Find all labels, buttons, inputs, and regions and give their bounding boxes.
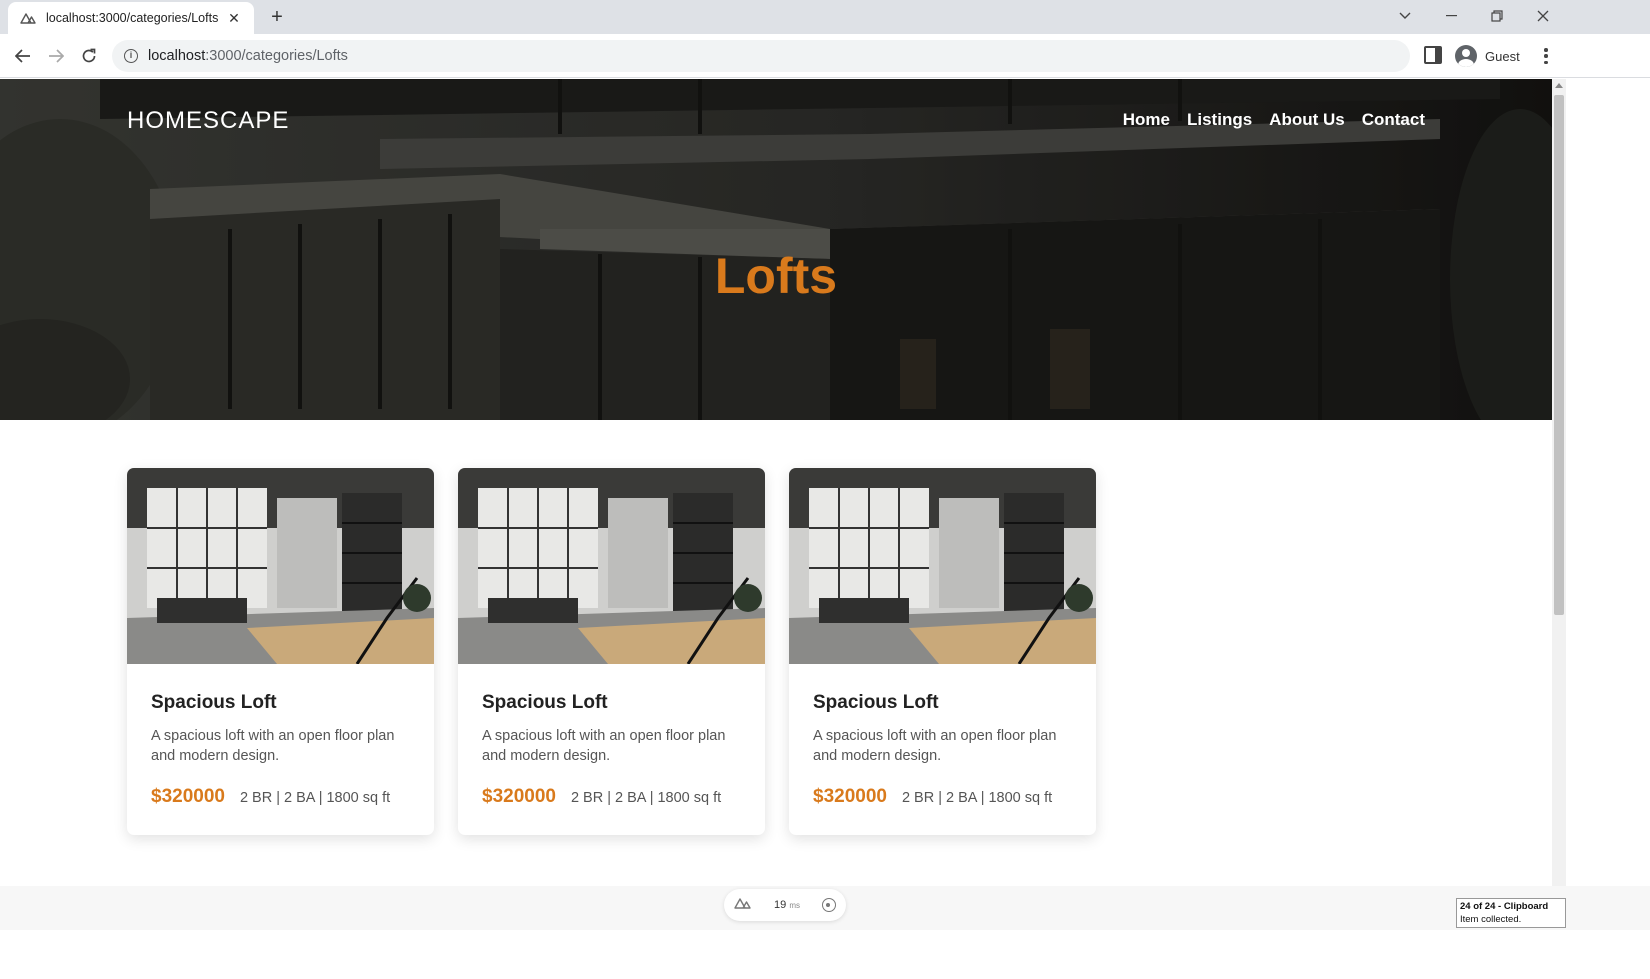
restore-icon[interactable] — [1474, 0, 1520, 32]
listing-price: $320000 — [813, 786, 887, 807]
minimize-icon[interactable] — [1428, 0, 1474, 32]
clipboard-title: 24 of 24 - Clipboard — [1460, 901, 1549, 912]
profile-button[interactable]: Guest — [1452, 40, 1530, 72]
listing-price: $320000 — [482, 786, 556, 807]
listing-title: Spacious Loft — [813, 692, 939, 713]
browser-toolbar: i localhost:3000/categories/Lofts Guest — [0, 34, 1650, 78]
nav-contact[interactable]: Contact — [1362, 110, 1425, 130]
listing-description: A spacious loft with an open floor plan … — [813, 728, 1057, 764]
back-arrow-icon[interactable] — [9, 42, 37, 70]
listing-specs: 2 BR | 2 BA | 1800 sq ft — [239, 790, 391, 806]
listing-card[interactable]: Spacious Loft A spacious loft with an op… — [458, 468, 765, 835]
listing-card[interactable]: Spacious Loft A spacious loft with an op… — [789, 468, 1096, 835]
address-bar[interactable]: i localhost:3000/categories/Lofts — [112, 40, 1410, 72]
nuxt-devtools-pill[interactable]: 19 ms — [724, 889, 846, 921]
new-tab-icon[interactable]: + — [266, 6, 288, 28]
listing-photo — [789, 468, 1096, 665]
main-nav: Home Listings About Us Contact — [1123, 110, 1425, 130]
avatar-icon — [1455, 45, 1477, 67]
reload-icon[interactable] — [75, 42, 103, 70]
nuxt-logo-icon[interactable] — [734, 896, 752, 914]
forward-arrow-icon[interactable] — [42, 42, 70, 70]
tab-title: localhost:3000/categories/Lofts — [46, 11, 219, 25]
nav-listings[interactable]: Listings — [1187, 110, 1252, 130]
listing-photo — [127, 468, 434, 665]
listing-price: $320000 — [151, 786, 225, 807]
listing-description: A spacious loft with an open floor plan … — [151, 728, 395, 764]
hero-banner: HOMESCAPE Home Listings About Us Contact… — [0, 79, 1552, 420]
tab-strip: localhost:3000/categories/Lofts ✕ + — [0, 0, 1650, 34]
listing-title: Spacious Loft — [482, 692, 608, 713]
tab-search-icon[interactable] — [1382, 0, 1428, 32]
site-info-icon[interactable]: i — [124, 49, 138, 63]
side-panel-icon[interactable] — [1424, 46, 1442, 64]
listing-description: A spacious loft with an open floor plan … — [482, 728, 726, 764]
menu-kebab-icon[interactable] — [1538, 46, 1554, 66]
listing-specs: 2 BR | 2 BA | 1800 sq ft — [901, 790, 1053, 806]
clipboard-notification[interactable]: 24 of 24 - Clipboard Item collected. — [1456, 898, 1566, 928]
nuxt-favicon-icon — [20, 10, 36, 26]
inspect-target-icon[interactable] — [821, 898, 836, 912]
clipboard-message: Item collected. — [1460, 914, 1522, 925]
listing-specs: 2 BR | 2 BA | 1800 sq ft — [570, 790, 722, 806]
page-viewport: HOMESCAPE Home Listings About Us Contact… — [0, 79, 1552, 886]
browser-tab[interactable]: localhost:3000/categories/Lofts ✕ — [8, 2, 254, 34]
site-logo[interactable]: HOMESCAPE — [127, 107, 289, 135]
close-tab-icon[interactable]: ✕ — [226, 10, 242, 27]
url-text: localhost:3000/categories/Lofts — [148, 48, 348, 64]
nav-about-us[interactable]: About Us — [1269, 110, 1345, 130]
page-title: Lofts — [714, 248, 838, 304]
listing-grid: Spacious Loft A spacious loft with an op… — [127, 468, 1096, 835]
nav-home[interactable]: Home — [1123, 110, 1170, 130]
listing-title: Spacious Loft — [151, 692, 277, 713]
render-timing: 19 ms — [774, 899, 800, 911]
scroll-up-arrow-icon[interactable] — [1555, 83, 1563, 88]
scrollbar-thumb[interactable] — [1554, 95, 1564, 615]
profile-name: Guest — [1485, 48, 1520, 64]
page-scrollbar[interactable] — [1552, 79, 1566, 886]
listing-photo — [458, 468, 765, 665]
listing-card[interactable]: Spacious Loft A spacious loft with an op… — [127, 468, 434, 835]
close-window-icon[interactable] — [1520, 0, 1566, 32]
